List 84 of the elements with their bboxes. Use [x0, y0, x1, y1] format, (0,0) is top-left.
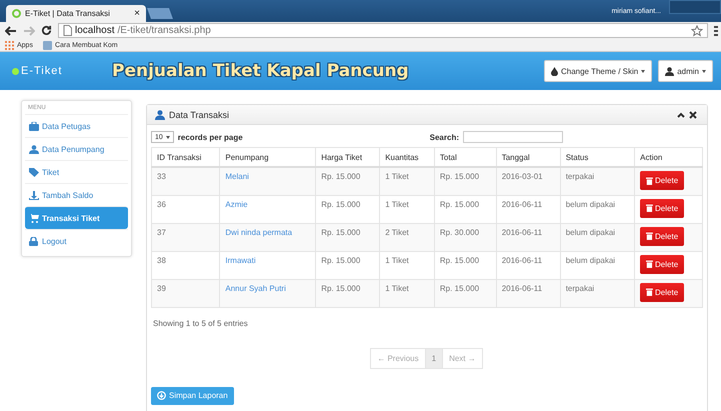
trash-icon: [646, 176, 654, 184]
trash-icon: [646, 260, 654, 268]
page-size-label: records per page: [178, 132, 243, 142]
download-icon: [157, 391, 166, 400]
delete-button[interactable]: Delete: [640, 226, 684, 246]
apps-icon: [5, 40, 14, 50]
table-cell: Rp. 15.000: [434, 195, 496, 223]
table-cell: 38: [152, 251, 220, 279]
delete-button[interactable]: Delete: [640, 198, 684, 218]
table-cell: 2016-03-01: [496, 167, 560, 195]
table-cell: Rp. 15.000: [434, 279, 496, 307]
search-field[interactable]: [463, 131, 563, 143]
save-report-button[interactable]: Simpan Laporan: [151, 386, 234, 404]
close-icon[interactable]: [689, 110, 697, 118]
table-cell: Rp. 15.000: [434, 251, 496, 279]
table-cell: 1 Tiket: [380, 251, 434, 279]
pagination-button[interactable]: 1: [424, 348, 444, 368]
cart-icon: [29, 214, 39, 222]
sidebar-item[interactable]: Transaksi Tiket: [25, 206, 128, 229]
user-icon: [29, 144, 39, 154]
table-cell: 2 Tiket: [380, 223, 434, 251]
table-cell: 2016-06-11: [496, 251, 560, 279]
delete-button[interactable]: Delete: [640, 282, 684, 302]
menu-icon[interactable]: [714, 25, 718, 36]
table-cell: 1 Tiket: [380, 167, 434, 195]
delete-button[interactable]: Delete: [640, 171, 684, 190]
table-cell: 37: [152, 223, 220, 251]
site-title: Penjualan Tiket Kapal Pancung: [112, 61, 409, 81]
sidebar-item[interactable]: Logout: [25, 229, 128, 252]
drop-icon: [550, 66, 558, 76]
table-cell: 2016-06-11: [496, 195, 560, 223]
panel-title: Data Transaksi: [169, 110, 230, 120]
table-cell: Rp. 15.000: [316, 279, 380, 307]
sidebar-item[interactable]: Data Penumpang: [25, 137, 128, 160]
new-tab-button[interactable]: [147, 8, 173, 19]
search-label: Search:: [430, 132, 459, 142]
table-cell: Rp. 15.000: [316, 223, 380, 251]
header-dropdown-button[interactable]: admin: [658, 60, 713, 82]
table-cell: terpakai: [560, 167, 635, 195]
reload-icon[interactable]: [41, 25, 52, 36]
browser-tab[interactable]: E-Tiket | Data Transaksi ×: [6, 5, 146, 22]
header-dropdown-button[interactable]: Change Theme / Skin: [544, 60, 652, 82]
table-cell: Rp. 15.000: [316, 251, 380, 279]
briefcase-icon: [29, 122, 39, 130]
trash-icon: [646, 232, 654, 240]
table-cell: terpakai: [560, 279, 635, 307]
table-cell: Rp. 30.000: [434, 223, 496, 251]
table-cell: belum dipakai: [560, 223, 635, 251]
passenger-link[interactable]: Irmawati: [225, 256, 256, 264]
entries-info: Showing 1 to 5 of 5 entries: [153, 318, 249, 328]
table-cell: 33: [152, 167, 220, 195]
back-icon[interactable]: [5, 26, 17, 36]
tray-icon: [29, 190, 39, 200]
table-cell: belum dipakai: [560, 195, 635, 223]
table-cell: Rp. 15.000: [434, 167, 496, 195]
table-cell: 2016-06-11: [496, 279, 560, 307]
passenger-link[interactable]: Azmie: [225, 200, 248, 208]
trash-icon: [646, 288, 654, 296]
passenger-link[interactable]: Melani: [225, 172, 249, 181]
tag-icon: [29, 168, 39, 176]
sidebar-item[interactable]: Tiket: [25, 160, 128, 183]
page-icon: [42, 40, 52, 50]
table-cell: 1 Tiket: [380, 195, 434, 223]
tab-close-button[interactable]: ×: [134, 8, 140, 19]
table-cell: Rp. 15.000: [316, 195, 380, 223]
address-field[interactable]: localhost /E-tiket/transaksi.php: [58, 23, 708, 38]
table-cell: 39: [152, 279, 220, 307]
table-cell: 36: [152, 195, 220, 223]
lock-icon: [29, 236, 39, 246]
bookmark-star-icon[interactable]: [691, 24, 703, 36]
table-cell: Rp. 15.000: [316, 167, 380, 195]
user-icon: [665, 66, 674, 76]
table-cell: belum dipakai: [560, 251, 635, 279]
brand-logo[interactable]: E-Tiket: [12, 65, 112, 77]
table-cell: 2016-06-11: [496, 223, 560, 251]
trash-icon: [646, 204, 654, 212]
user-icon: [155, 110, 165, 120]
tab-title: E-Tiket | Data Transaksi: [25, 9, 110, 18]
delete-button[interactable]: Delete: [640, 254, 684, 274]
table-cell: 1 Tiket: [380, 279, 434, 307]
page-icon: [63, 25, 72, 36]
collapse-icon[interactable]: [677, 112, 685, 118]
sidebar-item[interactable]: Data Petugas: [25, 114, 128, 137]
page-icon: [12, 9, 21, 18]
